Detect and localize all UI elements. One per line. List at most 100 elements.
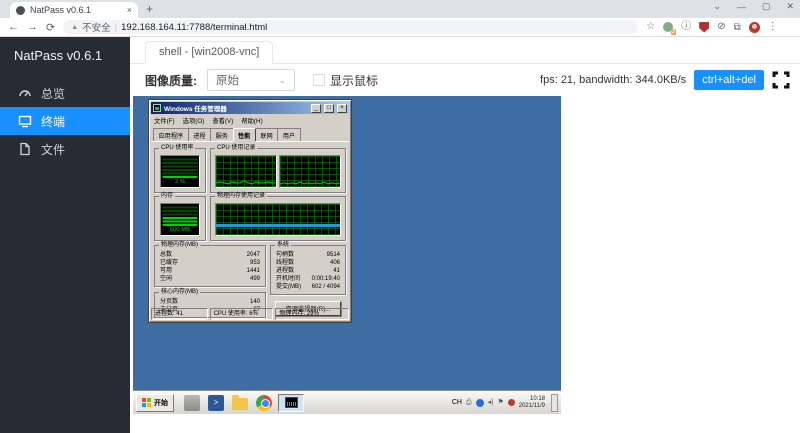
tm-minimize-button[interactable]: _ xyxy=(311,103,321,113)
not-secure-warning-icon: ▲ xyxy=(71,23,79,31)
tab-processes[interactable]: 进程 xyxy=(187,128,212,141)
menu-view[interactable]: 查看(V) xyxy=(212,116,233,125)
task-manager-titlebar[interactable]: Windows 任务管理器 _ □ × xyxy=(151,102,349,114)
memory-group: 内存 600 MB xyxy=(154,193,206,241)
cpu-usage-value: 2 % xyxy=(175,179,185,185)
quicklaunch-device-icon[interactable] xyxy=(184,394,200,411)
extension-badge: 2 xyxy=(670,29,677,35)
taskbar-task-manager-button[interactable] xyxy=(278,393,304,412)
task-manager-menubar: 文件(F) 选项(O) 查看(V) 帮助(H) xyxy=(151,114,349,127)
fps-bandwidth-stats: fps: 21, bandwidth: 344.0KB/s xyxy=(540,74,687,86)
memory-history-group: 物理内存使用记录 xyxy=(210,193,346,241)
browser-tab[interactable]: NatPass v0.6.1 × xyxy=(10,2,138,18)
quality-selected-value: 原始 xyxy=(216,75,239,87)
menu-options[interactable]: 选项(O) xyxy=(183,116,205,125)
reload-icon[interactable]: ⟳ xyxy=(46,21,55,34)
tray-printer-icon[interactable]: ⎙ xyxy=(466,399,472,406)
tab-networking[interactable]: 联网 xyxy=(254,128,279,141)
task-manager-window[interactable]: Windows 任务管理器 _ □ × 文件(F) 选项(O) 查看(V) 帮助… xyxy=(148,99,352,323)
not-secure-label[interactable]: 不安全 xyxy=(82,20,111,34)
menu-help[interactable]: 帮助(H) xyxy=(241,116,262,125)
quicklaunch-chrome-icon[interactable] xyxy=(256,394,272,411)
sidebar-item-terminal[interactable]: 终端 xyxy=(0,107,130,135)
fullscreen-icon[interactable] xyxy=(772,71,790,89)
terminal-icon xyxy=(18,114,32,128)
sidebar-item-files[interactable]: 文件 xyxy=(0,135,130,163)
tab-search-icon[interactable]: ⌄ xyxy=(713,1,721,12)
memory-value: 600 MB xyxy=(170,227,190,233)
sidebar-item-label: 总览 xyxy=(41,86,66,101)
tab-users[interactable]: 用户 xyxy=(277,128,301,141)
windows-logo-icon xyxy=(142,398,151,407)
tm-maximize-button[interactable]: □ xyxy=(324,103,334,113)
browser-toolbar: ← → ⟳ ▲ 不安全 | 192.168.164.11:7788/termin… xyxy=(0,18,800,37)
sidebar-item-label: 终端 xyxy=(41,114,66,129)
vnc-desktop[interactable]: Windows 任务管理器 _ □ × 文件(F) 选项(O) 查看(V) 帮助… xyxy=(133,96,561,414)
sidebar: NatPass v0.6.1 总览 终端 文件 xyxy=(0,37,130,433)
url-text[interactable]: 192.168.164.11:7788/terminal.html xyxy=(121,22,267,33)
extensions-puzzle-icon[interactable]: ⧉ xyxy=(734,22,741,33)
extension-info-icon[interactable]: ⓘ xyxy=(681,22,691,32)
cpu-history-group: CPU 使用记录 xyxy=(210,145,346,193)
physical-memory-group: 物理内存(MB) 总数 2047 已缓存 953 可用 1441 空闲 499 xyxy=(154,242,266,287)
address-bar[interactable]: ▲ 不安全 | 192.168.164.11:7788/terminal.htm… xyxy=(63,20,639,34)
extension-green-icon[interactable]: 2 xyxy=(663,22,677,35)
clock-date: 2021/11/9 xyxy=(518,402,545,409)
tab-services[interactable]: 服务 xyxy=(210,128,234,141)
ctrl-alt-del-button[interactable]: ctrl+alt+del xyxy=(694,70,764,90)
browser-tab-strip: NatPass v0.6.1 × + ⌄ — ▢ ✕ xyxy=(0,0,800,18)
bookmark-star-icon[interactable]: ☆ xyxy=(646,22,655,32)
tray-network-icon[interactable] xyxy=(475,398,484,407)
app-title: NatPass v0.6.1 xyxy=(14,48,103,63)
new-tab-button[interactable]: + xyxy=(146,2,153,18)
tray-audio-icon[interactable] xyxy=(507,399,515,406)
quality-select[interactable]: 原始 ⌄ xyxy=(207,69,295,91)
start-button[interactable]: 开始 xyxy=(136,393,174,412)
taskbar-clock[interactable]: 10:18 2021/11/9 xyxy=(519,396,547,410)
extension-blocker-icon[interactable]: ⊘ xyxy=(717,22,725,32)
tray-volume-icon[interactable]: ◂) xyxy=(488,399,494,406)
forward-icon[interactable]: → xyxy=(27,21,38,33)
tab-applications[interactable]: 应用程序 xyxy=(153,128,189,141)
task-manager-tabs: 应用程序 进程 服务 性能 联网 用户 xyxy=(151,127,349,142)
memory-meter: 600 MB xyxy=(160,203,200,236)
window-close-button[interactable]: ✕ xyxy=(786,1,794,12)
chevron-down-icon: ⌄ xyxy=(278,74,286,85)
desktop-taskbar: 开始 > CH ⎙ ◂) ⚑ 10:18 2021/11/9 xyxy=(133,391,561,414)
back-icon[interactable]: ← xyxy=(8,21,19,33)
quicklaunch-powershell-icon[interactable]: > xyxy=(208,394,224,411)
quicklaunch-folder-icon[interactable] xyxy=(232,395,248,410)
sidebar-item-overview[interactable]: 总览 xyxy=(0,79,130,107)
system-group: 系统 句柄数 9514 线程数 406 进程数 41 开机时间 0:00:19:40 提… xyxy=(270,242,346,295)
status-memory: 物理内存: 29% xyxy=(275,308,350,320)
task-manager-statusbar: 进程数: 41 CPU 使用率: 6% 物理内存: 29% xyxy=(151,308,350,320)
sidebar-item-label: 文件 xyxy=(41,142,66,157)
quality-label: 图像质量: xyxy=(145,73,197,88)
menu-file[interactable]: 文件(F) xyxy=(154,116,175,125)
show-cursor-checkbox-row[interactable]: 显示鼠标 xyxy=(313,72,378,89)
tab-performance[interactable]: 性能 xyxy=(232,128,256,141)
start-label: 开始 xyxy=(154,399,168,407)
task-manager-app-icon xyxy=(153,104,161,112)
tab-close-icon[interactable]: × xyxy=(127,5,132,15)
extension-shield-icon[interactable] xyxy=(699,21,710,33)
window-maximize-button[interactable]: ▢ xyxy=(762,1,771,12)
show-cursor-checkbox[interactable] xyxy=(313,74,325,86)
tray-language-indicator[interactable]: CH xyxy=(452,399,462,406)
file-icon xyxy=(18,142,32,156)
cpu-history-graph-1 xyxy=(215,155,277,188)
window-minimize-button[interactable]: — xyxy=(737,2,746,12)
browser-menu-icon[interactable]: ⋮ xyxy=(768,22,778,32)
shell-tab-bar: shell - [win2008-vnc] xyxy=(130,37,800,64)
show-cursor-label: 显示鼠标 xyxy=(330,73,379,88)
gauge-icon xyxy=(18,86,32,100)
system-tray: CH ⎙ ◂) ⚑ 10:18 2021/11/9 xyxy=(452,393,558,412)
browser-tab-title: NatPass v0.6.1 xyxy=(30,5,92,15)
profile-avatar[interactable] xyxy=(748,21,760,33)
show-desktop-button[interactable] xyxy=(551,393,558,412)
tray-flag-icon[interactable]: ⚑ xyxy=(497,399,503,406)
tm-close-button[interactable]: × xyxy=(337,103,347,113)
shell-tab[interactable]: shell - [win2008-vnc] xyxy=(145,41,274,64)
main-content: shell - [win2008-vnc] 图像质量: 原始 ⌄ 显示鼠标 fp… xyxy=(130,37,800,433)
task-manager-taskbar-icon xyxy=(284,397,298,408)
